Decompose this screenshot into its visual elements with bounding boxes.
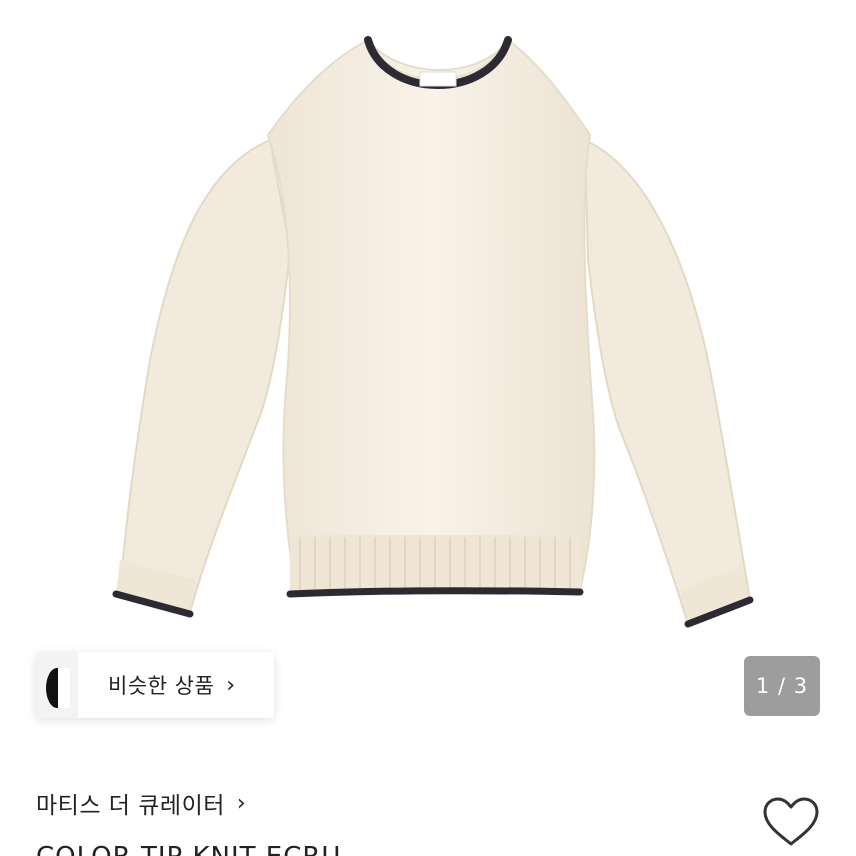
- seller-link[interactable]: 마티스 더 큐레이터 ›: [36, 786, 246, 820]
- similar-item-thumbnail: [36, 652, 78, 718]
- chevron-right-icon: ›: [236, 790, 246, 816]
- product-title: COLOR TIP KNIT ECRU: [36, 842, 341, 856]
- similar-items-button[interactable]: 비슷한 상품 ›: [36, 652, 274, 718]
- heart-outline-icon: [763, 797, 819, 846]
- sweater-illustration: [112, 36, 754, 628]
- similar-items-label: 비슷한 상품: [108, 674, 215, 698]
- product-page: 비슷한 상품 › 1 / 3 마티스 더 큐레이터 › COLOR TIP KN…: [0, 0, 856, 856]
- product-image[interactable]: [0, 0, 856, 740]
- image-page-counter: 1 / 3: [744, 656, 820, 716]
- chevron-right-icon: ›: [226, 672, 236, 698]
- seller-name: 마티스 더 큐레이터: [36, 793, 225, 819]
- like-button[interactable]: [760, 794, 822, 850]
